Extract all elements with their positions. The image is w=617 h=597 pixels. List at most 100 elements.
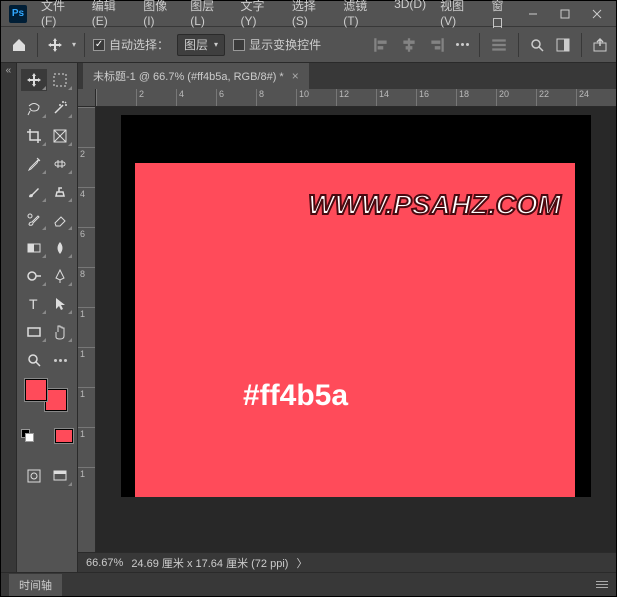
menu-layer[interactable]: 图层(L) xyxy=(184,0,232,31)
pen-tool[interactable] xyxy=(47,265,73,287)
menu-filter[interactable]: 滤镜(T) xyxy=(337,0,386,31)
dodge-tool[interactable] xyxy=(21,265,47,287)
menu-edit[interactable]: 编辑(E) xyxy=(86,0,135,31)
ruler-tick: 6 xyxy=(216,89,256,106)
watermark-text: WWW.PSAHZ.COM xyxy=(308,189,561,221)
home-button[interactable] xyxy=(9,35,29,55)
separator xyxy=(518,33,519,57)
show-transform-checkbox[interactable]: 显示变换控件 xyxy=(233,36,321,53)
menu-view[interactable]: 视图(V) xyxy=(434,0,483,31)
menu-type[interactable]: 文字(Y) xyxy=(234,0,283,31)
close-button[interactable] xyxy=(584,4,610,24)
color-swatches xyxy=(21,379,73,409)
history-brush-tool[interactable] xyxy=(21,209,47,231)
collapse-chevron-icon: « xyxy=(6,65,12,572)
marquee-tool[interactable] xyxy=(47,69,73,91)
move-tool[interactable] xyxy=(21,69,47,91)
screen-mode-icon[interactable] xyxy=(47,465,73,487)
document-canvas[interactable]: WWW.PSAHZ.COM #ff4b5a xyxy=(121,115,591,497)
title-bar: Ps 文件(F) 编辑(E) 图像(I) 图层(L) 文字(Y) 选择(S) 滤… xyxy=(1,1,616,27)
ruler-tick: 1 xyxy=(78,427,95,467)
eyedropper-tool[interactable] xyxy=(21,153,47,175)
document-tab[interactable]: 未标题-1 @ 66.7% (#ff4b5a, RGB/8#) * × xyxy=(83,63,309,89)
close-tab-icon[interactable]: × xyxy=(292,69,299,83)
frame-tool[interactable] xyxy=(47,125,73,147)
quick-mask-icon[interactable] xyxy=(21,465,47,487)
ruler-row: 2 4 6 8 10 12 14 16 18 20 22 24 xyxy=(78,89,616,107)
blur-tool[interactable] xyxy=(47,237,73,259)
ruler-tick xyxy=(78,107,95,147)
chevron-right-icon[interactable]: 〉 xyxy=(296,555,307,571)
ruler-tick: 4 xyxy=(176,89,216,106)
search-icon[interactable] xyxy=(529,37,545,53)
lasso-tool[interactable] xyxy=(21,97,47,119)
align-center-icon[interactable] xyxy=(400,36,418,54)
menu-select[interactable]: 选择(S) xyxy=(286,0,335,31)
panel-dock[interactable]: « xyxy=(1,63,17,572)
document-dimensions[interactable]: 24.69 厘米 x 17.64 厘米 (72 ppi) xyxy=(131,555,288,571)
brush-tool[interactable] xyxy=(21,181,47,203)
ruler-tick: 2 xyxy=(78,147,95,187)
default-colors-icon[interactable] xyxy=(21,429,35,443)
ruler-tick: 14 xyxy=(376,89,416,106)
ruler-tick: 24 xyxy=(576,89,616,106)
checkbox-icon xyxy=(233,39,245,51)
menu-file[interactable]: 文件(F) xyxy=(35,0,84,31)
maximize-button[interactable] xyxy=(552,4,578,24)
viewport[interactable]: WWW.PSAHZ.COM #ff4b5a xyxy=(96,107,616,552)
ruler-tick: 8 xyxy=(78,267,95,307)
auto-select-checkbox[interactable]: 自动选择： xyxy=(93,36,169,53)
panel-menu-icon[interactable] xyxy=(596,581,608,588)
healing-brush-tool[interactable] xyxy=(47,153,73,175)
eraser-tool[interactable] xyxy=(47,209,73,231)
align-right-icon[interactable] xyxy=(428,36,446,54)
swap-colors-icon[interactable] xyxy=(55,429,73,443)
distribute-icon[interactable] xyxy=(490,36,508,54)
ruler-horizontal[interactable]: 2 4 6 8 10 12 14 16 18 20 22 24 xyxy=(96,89,616,107)
menu-3d[interactable]: 3D(D) xyxy=(388,0,432,31)
zoom-tool[interactable] xyxy=(21,349,47,371)
clone-stamp-tool[interactable] xyxy=(47,181,73,203)
checkbox-icon xyxy=(93,39,105,51)
magic-wand-tool[interactable] xyxy=(47,97,73,119)
type-tool[interactable]: T xyxy=(21,293,47,315)
timeline-tab[interactable]: 时间轴 xyxy=(9,574,62,596)
path-selection-tool[interactable] xyxy=(47,293,73,315)
more-align-icon[interactable] xyxy=(456,43,469,46)
chevron-down-icon: ▾ xyxy=(214,40,218,49)
menu-image[interactable]: 图像(I) xyxy=(137,0,182,31)
zoom-level[interactable]: 66.67% xyxy=(86,557,123,569)
options-bar: ▾ 自动选择： 图层 ▾ 显示变换控件 xyxy=(1,27,616,63)
ruler-tick: 22 xyxy=(536,89,576,106)
edit-toolbar[interactable] xyxy=(47,349,73,371)
menu-window[interactable]: 窗口 xyxy=(486,0,520,31)
minimize-button[interactable] xyxy=(520,4,546,24)
ruler-tick: 6 xyxy=(78,227,95,267)
move-tool-icon[interactable] xyxy=(46,36,64,54)
workspace-icon[interactable] xyxy=(555,37,571,53)
window-controls xyxy=(520,4,610,24)
chevron-down-icon[interactable]: ▾ xyxy=(72,40,76,49)
ruler-tick: 4 xyxy=(78,187,95,227)
app-logo: Ps xyxy=(9,5,27,23)
background-color-swatch[interactable] xyxy=(45,389,67,411)
foreground-color-swatch[interactable] xyxy=(25,379,47,401)
rectangle-tool[interactable] xyxy=(21,321,47,343)
align-left-icon[interactable] xyxy=(372,36,390,54)
ruler-vertical[interactable]: 2 4 6 8 1 1 1 1 1 xyxy=(78,107,96,552)
main-area: « xyxy=(1,63,616,572)
bottom-panel: 时间轴 xyxy=(1,572,616,596)
separator xyxy=(479,33,480,57)
gradient-tool[interactable] xyxy=(21,237,47,259)
auto-select-target-dropdown[interactable]: 图层 ▾ xyxy=(177,34,225,56)
share-icon[interactable] xyxy=(592,37,608,53)
hand-tool[interactable] xyxy=(47,321,73,343)
crop-tool[interactable] xyxy=(21,125,47,147)
show-transform-label: 显示变换控件 xyxy=(249,36,321,53)
dropdown-value: 图层 xyxy=(184,36,208,53)
ruler-tick xyxy=(96,89,136,106)
separator xyxy=(84,33,85,57)
document-tab-bar: 未标题-1 @ 66.7% (#ff4b5a, RGB/8#) * × xyxy=(78,63,616,89)
ruler-tick: 20 xyxy=(496,89,536,106)
auto-select-label: 自动选择： xyxy=(109,36,169,53)
